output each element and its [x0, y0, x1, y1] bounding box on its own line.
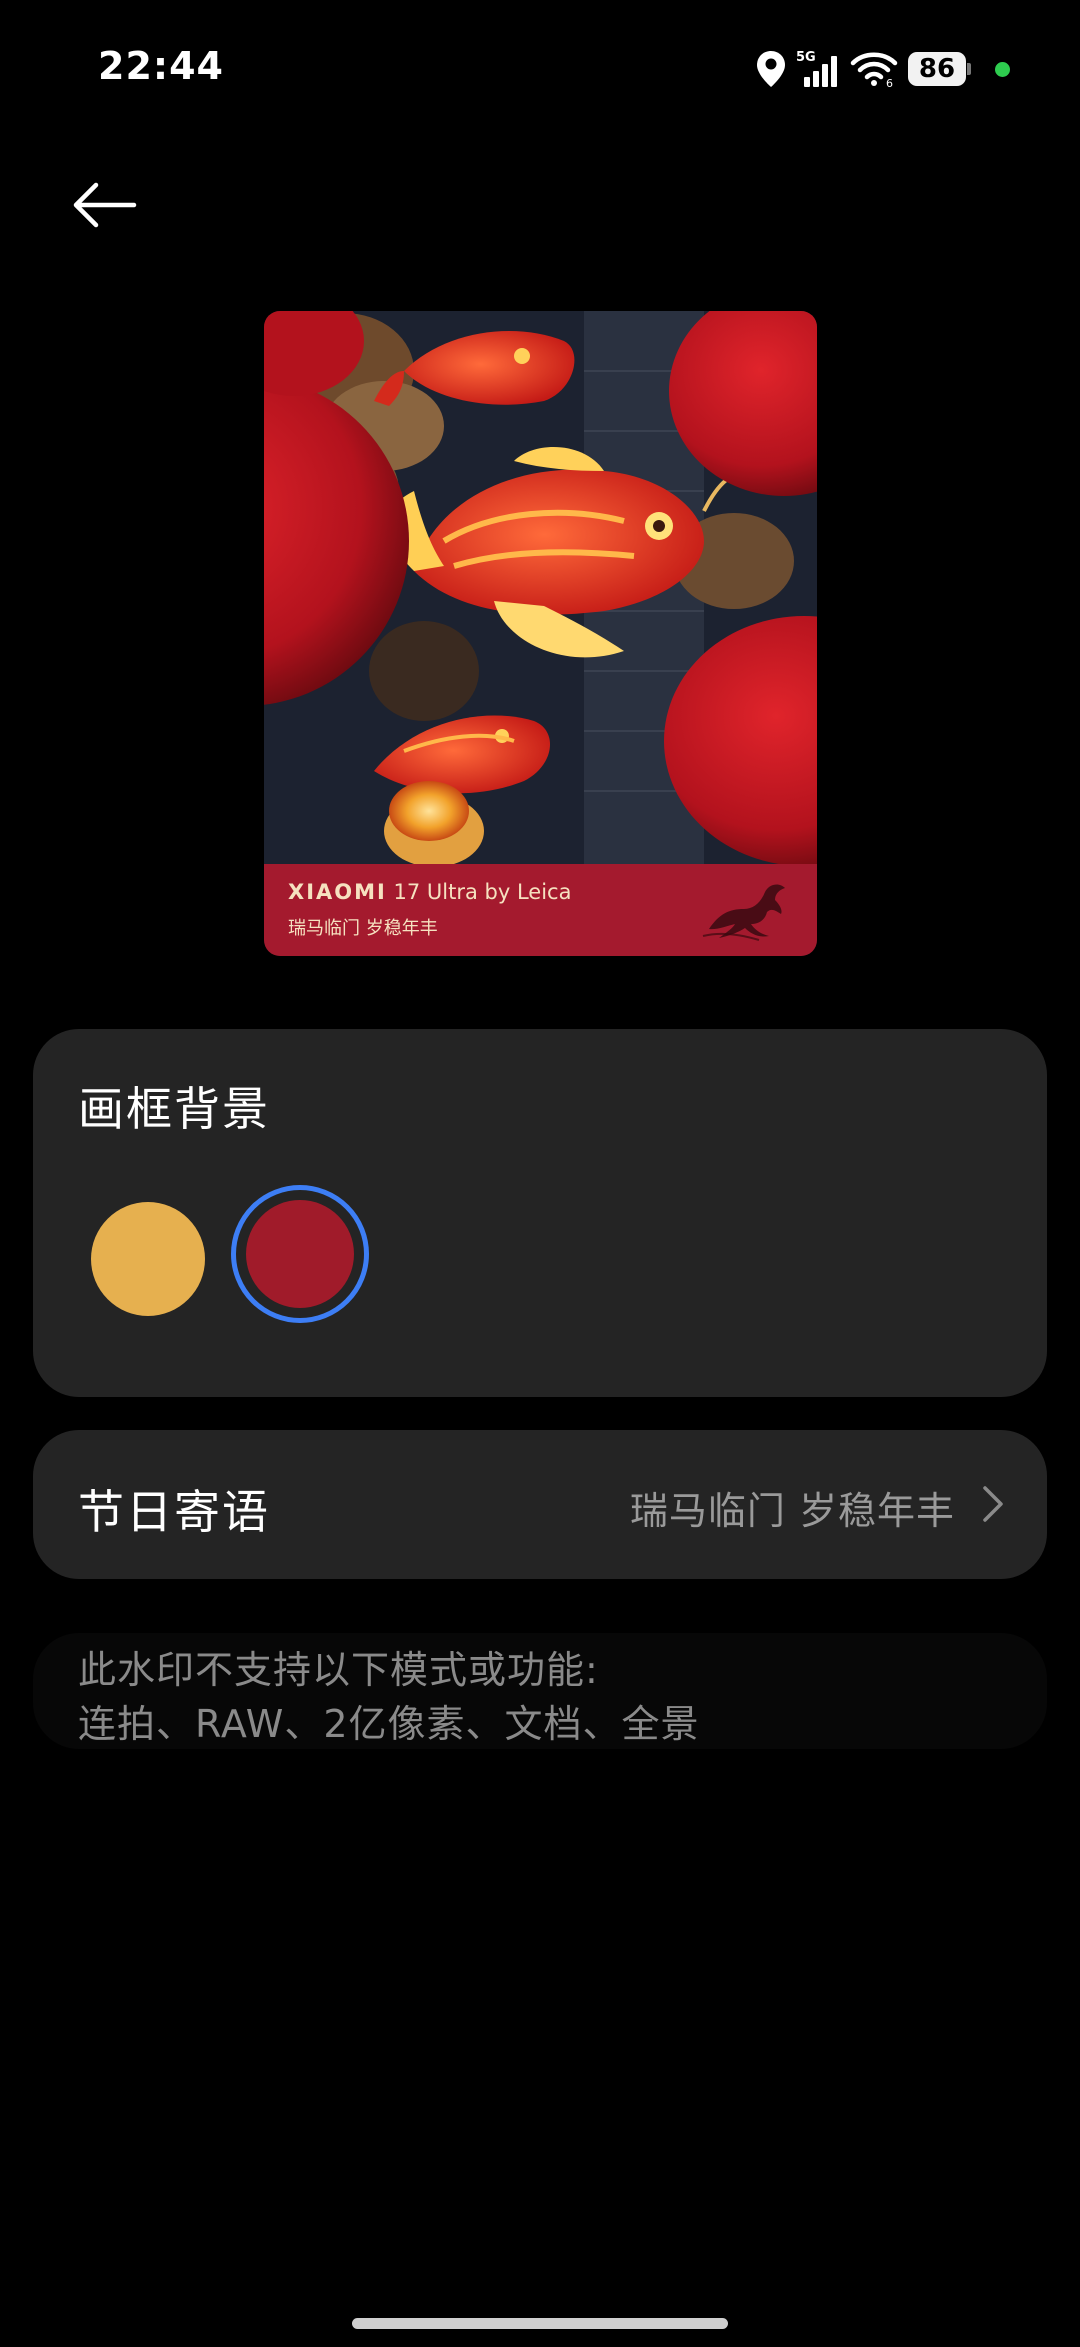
status-time: 22:44: [98, 44, 224, 88]
wifi-icon: 6: [850, 50, 898, 88]
unsupported-modes-note: 此水印不支持以下模式或功能: 连拍、RAW、2亿像素、文档、全景: [33, 1633, 1047, 1749]
color-swatch-yellow[interactable]: [91, 1202, 205, 1316]
signal-icon: 5G: [796, 49, 840, 89]
battery-icon: 86: [908, 52, 971, 86]
holiday-greeting-row[interactable]: 节日寄语 瑞马临门 岁稳年丰: [33, 1430, 1047, 1579]
chevron-right-icon: [983, 1486, 1003, 1522]
horse-icon: [702, 884, 785, 941]
xiaomi-logo: XIAOMI: [288, 880, 387, 904]
note-line-2: 连拍、RAW、2亿像素、文档、全景: [78, 1702, 700, 1746]
color-swatch-red-selected[interactable]: [231, 1185, 369, 1323]
watermark-model: 17 Ultra by Leica: [393, 880, 572, 904]
back-arrow-icon: [73, 182, 137, 228]
note-line-1: 此水印不支持以下模式或功能:: [78, 1648, 599, 1692]
watermark-preview: XIAOMI 17 Ultra by Leica 瑞马临门 岁稳年丰: [264, 311, 817, 956]
status-bar: 22:44 5G 6 86: [0, 0, 1080, 120]
frame-background-card: 画框背景: [33, 1029, 1047, 1397]
privacy-indicator-dot: [995, 61, 1010, 77]
watermark-blessing: 瑞马临门 岁稳年丰: [288, 918, 438, 939]
location-icon: [756, 50, 786, 88]
battery-level: 86: [908, 52, 966, 86]
watermark-brand: XIAOMI 17 Ultra by Leica: [288, 880, 571, 904]
network-type: 5G: [796, 50, 816, 65]
holiday-greeting-title: 节日寄语: [78, 1485, 270, 1539]
holiday-greeting-value: 瑞马临门 岁稳年丰: [629, 1489, 955, 1533]
frame-background-title: 画框背景: [78, 1082, 270, 1136]
status-icons: 5G 6 86: [756, 46, 1010, 92]
home-indicator[interactable]: [352, 2318, 728, 2329]
watermark-band: XIAOMI 17 Ultra by Leica 瑞马临门 岁稳年丰: [264, 864, 817, 956]
back-button[interactable]: [70, 170, 150, 240]
preview-photo: [264, 311, 817, 864]
color-swatch-red: [246, 1200, 354, 1308]
svg-text:6: 6: [886, 77, 893, 88]
